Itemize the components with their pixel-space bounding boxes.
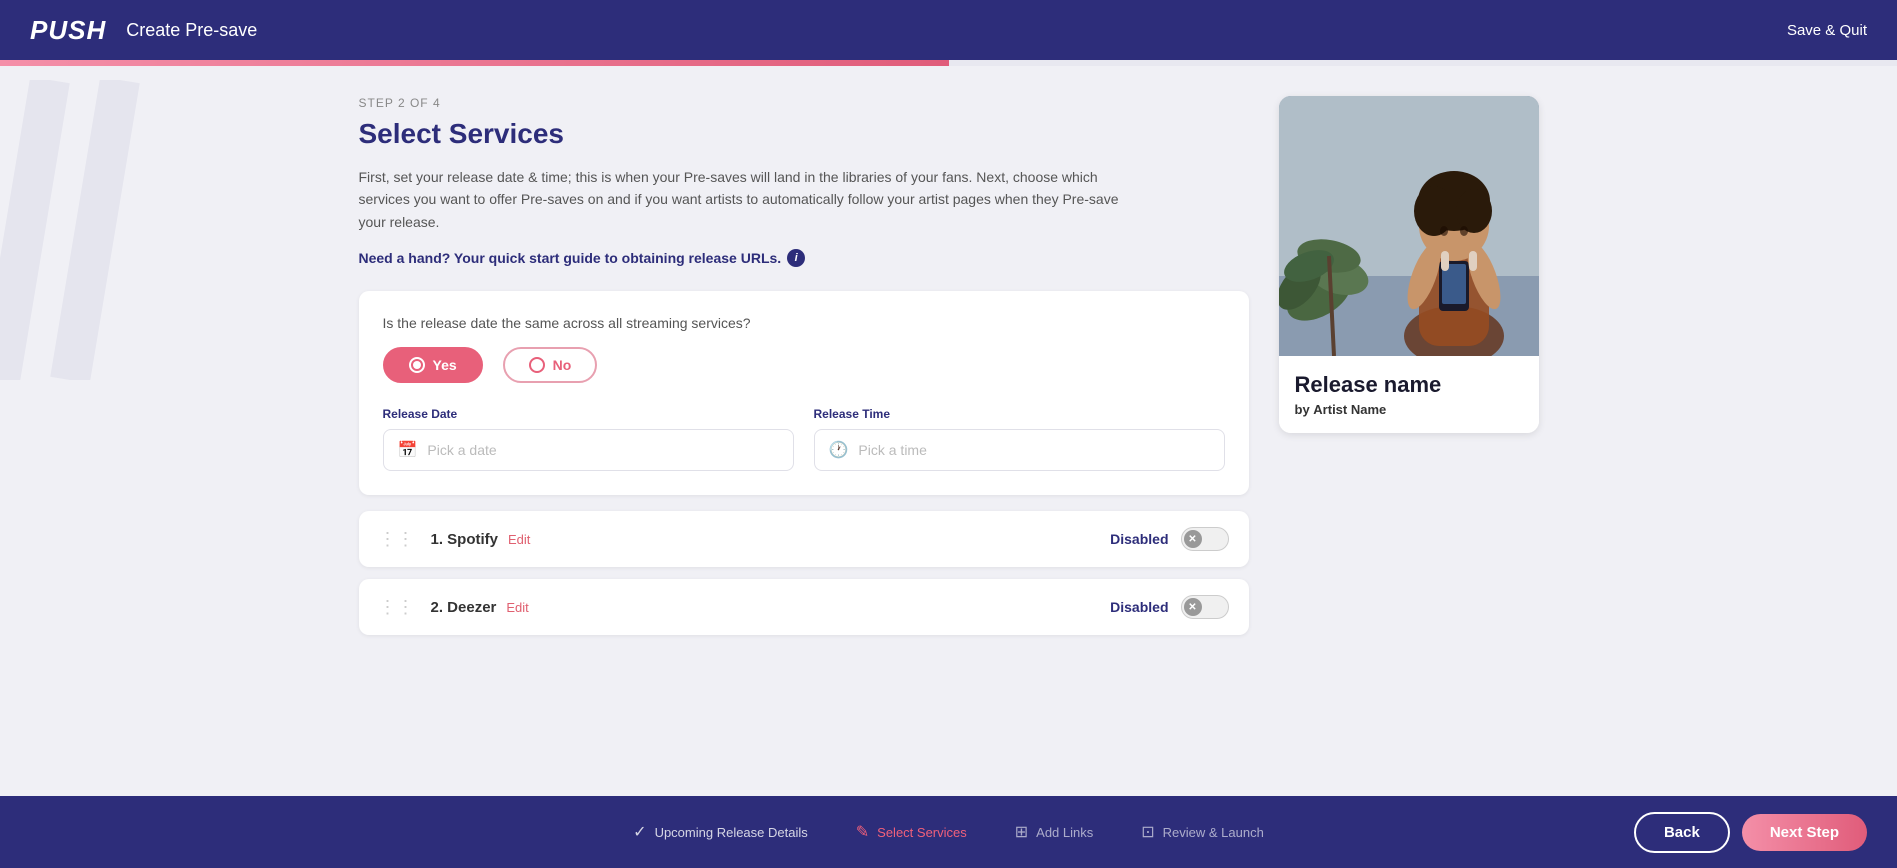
radio-yes-circle [409,357,425,373]
toggle-x-icon: ✕ [1188,602,1196,613]
left-panel: STEP 2 OF 4 Select Services First, set y… [359,96,1249,647]
clock-icon: 🕐 [829,440,849,460]
service-toggle[interactable]: ✕ [1181,527,1229,551]
footer-step-icon-links: ⊞ [1015,822,1028,842]
radio-group: Yes No [383,347,1225,383]
footer-step-review[interactable]: ⊡ Review & Launch [1117,822,1288,842]
release-time-placeholder: Pick a time [858,442,926,458]
footer-step-icon-services: ✎ [856,822,869,842]
radio-no-button[interactable]: No [503,347,598,383]
release-artist: by Artist Name [1295,402,1523,417]
release-date-group: Release Date 📅 Pick a date [383,407,794,471]
logo: PUSH [30,15,106,46]
info-icon: i [787,249,805,267]
release-date-input[interactable]: 📅 Pick a date [383,429,794,471]
service-edit-link[interactable]: Edit [506,600,528,615]
date-time-card: Is the release date the same across all … [359,291,1249,495]
calendar-icon: 📅 [398,440,418,460]
service-name: 1. Spotify [431,531,499,548]
page-title: Select Services [359,118,1249,150]
service-row: ⋮⋮ 1. Spotify Edit Disabled ✕ [359,511,1249,567]
guide-link-text: Need a hand? Your quick start guide to o… [359,250,782,266]
drag-handle: ⋮⋮ [379,529,415,550]
release-date-placeholder: Pick a date [427,442,496,458]
toggle-knob: ✕ [1184,530,1202,548]
service-name: 2. Deezer [431,599,497,616]
radio-yes-button[interactable]: Yes [383,347,483,383]
service-edit-link[interactable]: Edit [508,532,530,547]
footer: ✓ Upcoming Release Details ✎ Select Serv… [0,796,1897,868]
radio-no-circle [529,357,545,373]
release-card: Release name by Artist Name [1279,96,1539,433]
save-quit-button[interactable]: Save & Quit [1787,22,1867,39]
footer-step-label-links: Add Links [1036,825,1093,840]
description: First, set your release date & time; thi… [359,166,1139,233]
release-name: Release name [1295,372,1523,398]
service-status-label: Disabled [1110,531,1168,547]
footer-steps: ✓ Upcoming Release Details ✎ Select Serv… [609,822,1288,842]
release-time-label: Release Time [814,407,1225,421]
header-title: Create Pre-save [126,20,257,41]
services-container: ⋮⋮ 1. Spotify Edit Disabled ✕ ⋮⋮ 2. Deez… [359,511,1249,635]
footer-step-upcoming[interactable]: ✓ Upcoming Release Details [609,822,832,842]
service-toggle[interactable]: ✕ [1181,595,1229,619]
footer-step-label-review: Review & Launch [1163,825,1264,840]
header: PUSH Create Pre-save Save & Quit [0,0,1897,60]
back-button[interactable]: Back [1634,812,1730,853]
release-image [1279,96,1539,356]
footer-step-icon-review: ⊡ [1141,822,1154,842]
date-time-row: Release Date 📅 Pick a date Release Time … [383,407,1225,471]
guide-link[interactable]: Need a hand? Your quick start guide to o… [359,249,806,267]
footer-step-services[interactable]: ✎ Select Services [832,822,991,842]
radio-yes-label: Yes [433,357,457,373]
release-date-label: Release Date [383,407,794,421]
release-illustration [1279,96,1539,356]
service-row: ⋮⋮ 2. Deezer Edit Disabled ✕ [359,579,1249,635]
step-label: STEP 2 OF 4 [359,96,1249,110]
footer-step-links[interactable]: ⊞ Add Links [991,822,1118,842]
right-panel: Release name by Artist Name [1279,96,1539,647]
drag-handle: ⋮⋮ [379,597,415,618]
toggle-x-icon: ✕ [1188,534,1196,545]
radio-no-label: No [553,357,572,373]
footer-actions: Back Next Step [1634,812,1867,853]
footer-step-label-upcoming: Upcoming Release Details [655,825,808,840]
toggle-knob: ✕ [1184,598,1202,616]
radio-question: Is the release date the same across all … [383,315,1225,331]
by-label: by [1295,402,1310,417]
next-step-button[interactable]: Next Step [1742,814,1867,851]
service-status-label: Disabled [1110,599,1168,615]
release-time-input[interactable]: 🕐 Pick a time [814,429,1225,471]
footer-step-icon-upcoming: ✓ [633,822,646,842]
release-time-group: Release Time 🕐 Pick a time [814,407,1225,471]
footer-step-label-services: Select Services [877,825,967,840]
artist-name: Artist Name [1313,402,1386,417]
release-info: Release name by Artist Name [1279,356,1539,433]
